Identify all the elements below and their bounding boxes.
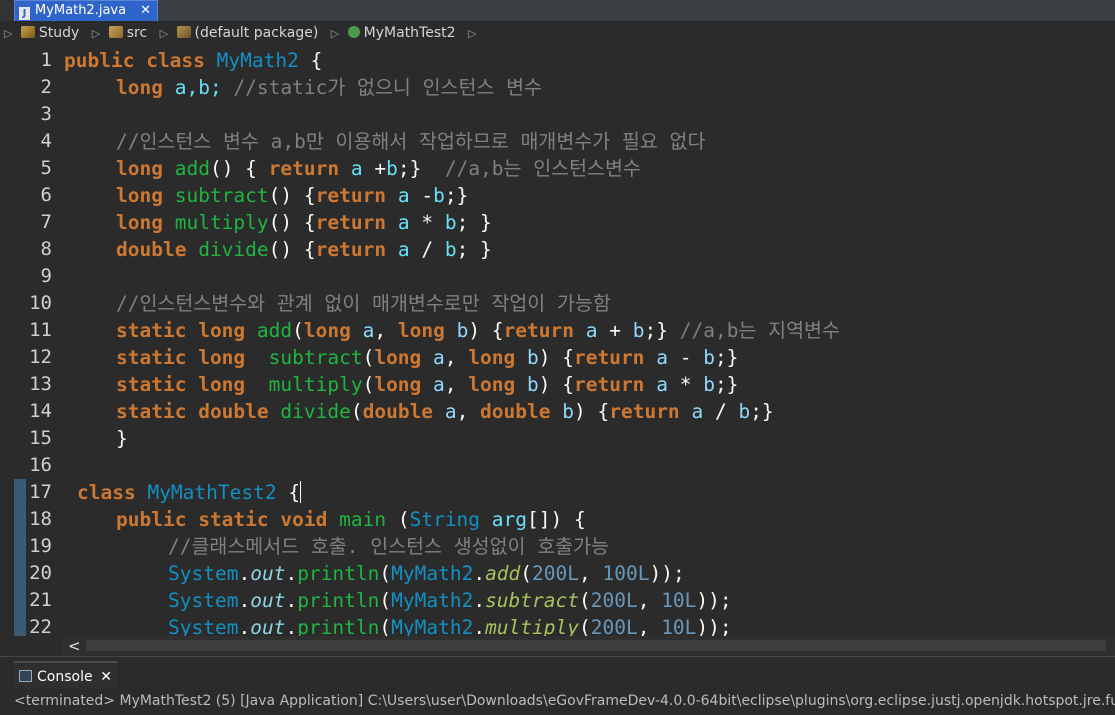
breadcrumb-item-class[interactable]: MyMathTest2 bbox=[347, 21, 456, 46]
line-number: 11 bbox=[29, 319, 52, 341]
code-line-1: public class MyMath2 { bbox=[64, 49, 323, 72]
code-line-20: System.out.println(MyMath2.add(200L, 100… bbox=[168, 562, 685, 585]
code-editor[interactable]: public class MyMath2 { long a,b; //stati… bbox=[62, 46, 1115, 636]
java-file-icon: J bbox=[19, 7, 30, 20]
editor-tab-mymath2[interactable]: J MyMath2.java ✕ bbox=[14, 0, 158, 21]
breadcrumb-item-study[interactable]: Study bbox=[20, 21, 79, 46]
line-number: 6 bbox=[40, 184, 52, 206]
code-line-11: static long add(long a, long b) {return … bbox=[116, 319, 840, 342]
line-number: 10 bbox=[29, 292, 52, 314]
line-number: 1 bbox=[40, 49, 52, 71]
overview-ruler bbox=[0, 46, 15, 636]
code-line-12: static long subtract(long a, long b) {re… bbox=[116, 346, 739, 369]
breadcrumb-item-src[interactable]: src bbox=[108, 21, 147, 46]
text-cursor bbox=[300, 481, 302, 503]
line-number: 3 bbox=[40, 103, 52, 125]
code-line-6: long subtract() {return a -b;} bbox=[116, 184, 469, 207]
line-number: 19 bbox=[29, 535, 52, 557]
line-number: 12 bbox=[29, 346, 52, 368]
line-number: 18 bbox=[29, 508, 52, 530]
breadcrumb-item-package[interactable]: (default package) bbox=[176, 21, 318, 46]
code-line-2: long a,b; //static가 없으니 인스턴스 변수 bbox=[116, 76, 542, 99]
breadcrumb-chevron-icon: ▷ bbox=[4, 27, 13, 40]
line-number: 16 bbox=[29, 454, 52, 476]
code-line-8: double divide() {return a / b; } bbox=[116, 238, 492, 261]
close-console-icon[interactable]: ✕ bbox=[100, 663, 112, 691]
horizontal-scrollbar[interactable]: < bbox=[62, 636, 1115, 656]
console-tab[interactable]: Console ✕ bbox=[14, 661, 118, 689]
line-number: 22 bbox=[29, 616, 52, 636]
line-number: 21 bbox=[29, 589, 52, 611]
scrollbar-left-filler bbox=[0, 636, 62, 656]
line-number: 8 bbox=[40, 238, 52, 260]
code-line-4: //인스턴스 변수 a,b만 이용해서 작업하므로 매개변수가 필요 없다 bbox=[116, 130, 706, 153]
code-line-10: //인스턴스변수와 관계 없이 매개변수로만 작업이 가능함 bbox=[116, 292, 611, 315]
code-line-7: long multiply() {return a * b; } bbox=[116, 211, 492, 234]
line-number: 7 bbox=[40, 211, 52, 233]
line-number: 9 bbox=[40, 265, 52, 287]
line-number: 5 bbox=[40, 157, 52, 179]
breadcrumb-chevron-icon: ▷ bbox=[330, 27, 340, 40]
line-number: 20 bbox=[29, 562, 52, 584]
breadcrumb-chevron-icon: ▷ bbox=[468, 27, 477, 40]
code-line-19: //클래스메서드 호출. 인스턴스 생성없이 호출가능 bbox=[168, 535, 609, 558]
package-icon bbox=[176, 26, 191, 38]
class-icon bbox=[347, 26, 360, 38]
breadcrumb: ▷ Study ▷ src ▷ (default package) ▷ MyMa… bbox=[0, 21, 1115, 46]
tab-strip-left-marker bbox=[0, 0, 14, 21]
code-line-13: static long multiply(long a, long b) {re… bbox=[116, 373, 739, 396]
project-icon bbox=[20, 26, 35, 38]
code-line-5: long add() { return a +b;} //a,b는 인스턴스변수 bbox=[116, 157, 641, 180]
code-line-18: public static void main (String arg[]) { bbox=[116, 508, 586, 531]
breadcrumb-chevron-icon: ▷ bbox=[91, 27, 101, 40]
code-line-15: } bbox=[116, 427, 128, 450]
scroll-left-arrow-icon[interactable]: < bbox=[68, 636, 81, 656]
breadcrumb-chevron-icon: ▷ bbox=[159, 27, 169, 40]
console-tab-label: Console bbox=[37, 669, 93, 685]
line-number: 4 bbox=[40, 130, 52, 152]
code-line-22: System.out.println(MyMath2.multiply(200L… bbox=[168, 616, 732, 636]
line-number: 2 bbox=[40, 76, 52, 98]
source-folder-icon bbox=[108, 26, 123, 38]
console-tab-bar: Console ✕ bbox=[0, 656, 1115, 690]
console-icon bbox=[19, 670, 32, 682]
code-line-21: System.out.println(MyMath2.subtract(200L… bbox=[168, 589, 732, 612]
line-number: 14 bbox=[29, 400, 52, 422]
scrollbar-thumb[interactable] bbox=[86, 640, 1106, 651]
editor-tab-strip: J MyMath2.java ✕ bbox=[0, 0, 1115, 21]
code-line-17: class MyMathTest2 { bbox=[77, 481, 302, 504]
code-line-14: static double divide(double a, double b)… bbox=[116, 400, 774, 423]
line-number: 17 bbox=[29, 481, 52, 503]
close-tab-icon[interactable]: ✕ bbox=[140, 1, 151, 21]
line-number: 15 bbox=[29, 427, 52, 449]
line-number: 13 bbox=[29, 373, 52, 395]
console-status-text: <terminated> MyMathTest2 (5) [Java Appli… bbox=[0, 689, 1115, 715]
editor-tab-label: MyMath2.java bbox=[35, 3, 127, 18]
